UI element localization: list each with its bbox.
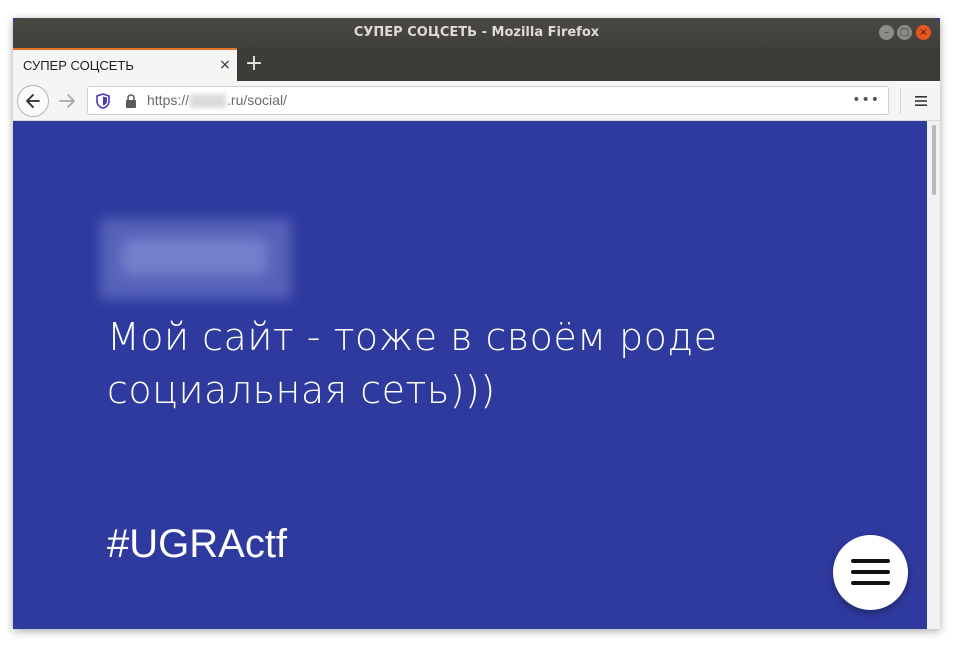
tab-close-button[interactable]: × (213, 50, 237, 81)
arrow-left-icon (26, 94, 40, 108)
page-actions-button[interactable]: ••• (852, 87, 880, 114)
shield-icon[interactable] (96, 93, 110, 109)
page-content: Мой сайт - тоже в своём роде социальная … (13, 121, 927, 629)
nav-bar: https:// .ru/social/ ••• (13, 81, 940, 121)
hamburger-icon[interactable] (911, 91, 931, 111)
url-scheme: https:// (147, 92, 190, 108)
forward-button[interactable] (55, 89, 79, 113)
back-button[interactable] (17, 85, 49, 117)
tab-active[interactable]: СУПЕР СОЦСЕТЬ × (13, 48, 237, 81)
hashtag-text: #UGRActf (107, 522, 288, 566)
url-domain-suffix: .ru (227, 92, 244, 108)
headline-line-1: Мой сайт - тоже в своём роде (107, 315, 718, 359)
menu-fab-button[interactable] (833, 535, 908, 610)
url-text[interactable]: https:// .ru/social/ (147, 87, 287, 114)
lock-icon[interactable] (125, 94, 137, 108)
headline-line-2: социальная сеть))) (107, 368, 496, 412)
title-bar: СУПЕР СОЦСЕТЬ - Mozilla Firefox – □ × (13, 18, 940, 48)
minimize-button[interactable]: – (879, 25, 894, 40)
maximize-button[interactable]: □ (897, 25, 912, 40)
scrollbar-thumb[interactable] (932, 125, 936, 195)
site-logo (100, 219, 291, 299)
hamburger-icon-bar-bottom (851, 581, 890, 585)
toolbar-separator (900, 88, 901, 114)
hamburger-icon-bar-middle (851, 570, 890, 574)
tab-strip: СУПЕР СОЦСЕТЬ × + (13, 48, 940, 81)
hamburger-icon-bar-top (851, 559, 890, 563)
new-tab-button[interactable]: + (243, 48, 265, 81)
redacted-domain (190, 94, 227, 109)
url-path: /social/ (243, 92, 287, 108)
tab-title: СУПЕР СОЦСЕТЬ (23, 58, 134, 73)
url-bar[interactable]: https:// .ru/social/ ••• (87, 86, 889, 115)
window-title: СУПЕР СОЦСЕТЬ - Mozilla Firefox (353, 25, 600, 40)
browser-window: СУПЕР СОЦСЕТЬ - Mozilla Firefox – □ × СУ… (13, 18, 940, 629)
arrow-right-icon (59, 94, 75, 108)
vertical-scrollbar[interactable] (927, 121, 940, 629)
close-window-button[interactable]: × (916, 25, 931, 40)
page-headline: Мой сайт - тоже в своём роде социальная … (107, 311, 807, 417)
